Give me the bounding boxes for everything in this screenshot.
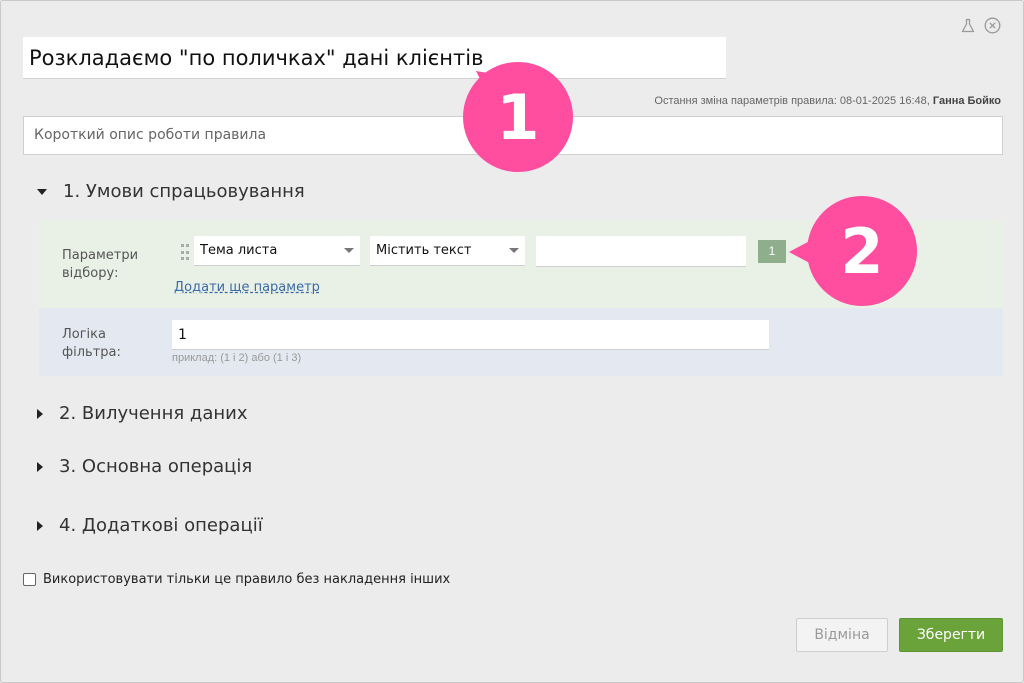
logic-label-line1: Логіка — [62, 327, 106, 342]
filter-logic-input[interactable]: 1 — [172, 320, 769, 350]
chevron-down-icon — [344, 248, 354, 253]
drag-handle-icon[interactable] — [181, 244, 189, 262]
params-label-line2: відбору: — [62, 266, 119, 281]
exclusive-rule-checkbox[interactable] — [23, 573, 36, 586]
section-main-operation-header[interactable]: 3. Основна операція — [37, 456, 252, 477]
section-conditions-header[interactable]: 1. Умови спрацьовування — [37, 181, 305, 202]
condition-value-input[interactable] — [536, 236, 746, 267]
rule-title-input[interactable]: Розкладаємо "по поличках" дані клієнтів — [23, 37, 726, 79]
section-label: 3. Основна операція — [59, 456, 253, 477]
save-button[interactable]: Зберегти — [899, 618, 1003, 652]
params-label: Параметри відбору: — [62, 247, 138, 283]
params-label-line1: Параметри — [62, 248, 139, 263]
callout-marker-1: 1 — [463, 62, 573, 172]
exclusive-rule-label: Використовувати тільки це правило без на… — [43, 572, 451, 587]
close-circle-icon[interactable] — [984, 17, 1001, 34]
section-extra-operations-header[interactable]: 4. Додаткові операції — [37, 515, 263, 536]
callout-marker-2: 2 — [789, 196, 917, 306]
last-change-info: Остання зміна параметрів правила: 08-01-… — [654, 95, 1001, 107]
window-controls — [960, 17, 1001, 34]
field-select-value: Тема листа — [200, 243, 278, 258]
operator-select[interactable]: Містить текст — [370, 236, 525, 266]
field-select[interactable]: Тема листа — [194, 236, 360, 266]
operator-select-value: Містить текст — [376, 243, 472, 258]
section-data-extraction-header[interactable]: 2. Вилучення даних — [37, 403, 248, 424]
section-label: 1. Умови спрацьовування — [63, 181, 305, 202]
callout-number: 2 — [840, 215, 883, 288]
last-change-user: Ганна Бойко — [932, 95, 1001, 107]
logic-label-line2: фільтра: — [62, 345, 121, 360]
exclusive-rule-option[interactable]: Використовувати тільки це правило без на… — [23, 572, 450, 587]
chevron-down-icon — [37, 188, 47, 195]
chevron-right-icon — [37, 408, 43, 419]
param-number-badge: 1 — [758, 240, 786, 263]
logic-label: Логіка фільтра: — [62, 326, 121, 362]
callout-number: 1 — [496, 81, 539, 154]
last-change-text: Остання зміна параметрів правила: 08-01-… — [654, 95, 933, 107]
section-label: 2. Вилучення даних — [59, 403, 248, 424]
chevron-down-icon — [509, 248, 519, 253]
flask-icon[interactable] — [960, 18, 976, 34]
add-param-link[interactable]: Додати ще параметр — [174, 280, 320, 295]
rule-editor-dialog: Розкладаємо "по поличках" дані клієнтів … — [0, 0, 1024, 683]
chevron-right-icon — [37, 520, 43, 531]
chevron-right-icon — [37, 461, 43, 472]
cancel-button[interactable]: Відміна — [796, 618, 888, 652]
filter-logic-hint: приклад: (1 і 2) або (1 і 3) — [172, 352, 302, 364]
section-label: 4. Додаткові операції — [59, 515, 263, 536]
